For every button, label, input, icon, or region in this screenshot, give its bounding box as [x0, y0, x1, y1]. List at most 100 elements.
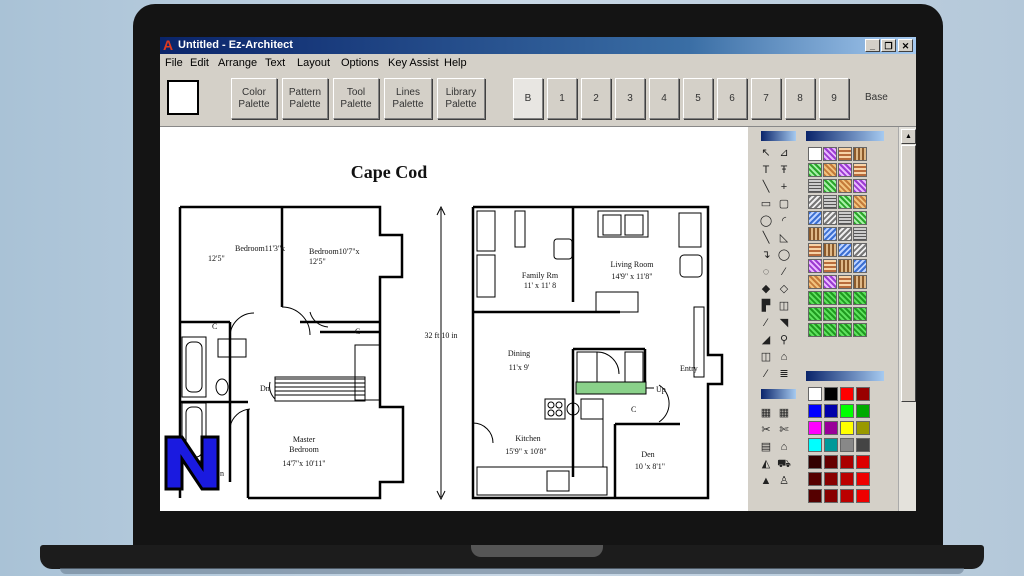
layer-5-button[interactable]: 5	[683, 78, 713, 119]
pattern-swatch[interactable]	[823, 243, 837, 257]
color-swatch[interactable]	[856, 387, 870, 401]
library-tool-icon[interactable]: ▦	[758, 405, 774, 421]
pattern-swatch[interactable]	[808, 275, 822, 289]
drawing-tool-icon[interactable]: ⌂	[776, 349, 792, 365]
current-color-swatch[interactable]	[167, 80, 199, 115]
library-tool-icon[interactable]: ✂	[758, 422, 774, 438]
pattern-swatch[interactable]	[823, 211, 837, 225]
pattern-swatch[interactable]	[853, 275, 867, 289]
pattern-swatch[interactable]	[808, 307, 822, 321]
drawing-tool-icon[interactable]: ↴	[758, 247, 774, 263]
color-swatch[interactable]	[808, 421, 822, 435]
color-swatch[interactable]	[824, 438, 838, 452]
library-tool-icon[interactable]: ⌂	[776, 439, 792, 455]
layer-8-button[interactable]: 8	[785, 78, 815, 119]
color-swatch[interactable]	[856, 472, 870, 486]
drawing-tool-icon[interactable]: ▭	[758, 196, 774, 212]
pattern-palette-button[interactable]: Pattern Palette	[282, 78, 328, 119]
menu-edit[interactable]: Edit	[190, 57, 209, 69]
pattern-swatch[interactable]	[808, 243, 822, 257]
pattern-swatch[interactable]	[853, 259, 867, 273]
pattern-swatch[interactable]	[823, 275, 837, 289]
menu-options[interactable]: Options	[341, 57, 379, 69]
drawing-tool-icon[interactable]: ▢	[776, 196, 792, 212]
scroll-thumb[interactable]	[901, 145, 916, 402]
drawing-tool-icon[interactable]: ◥	[776, 315, 792, 331]
color-swatch[interactable]	[808, 455, 822, 469]
pattern-swatch[interactable]	[838, 291, 852, 305]
drawing-tool-icon[interactable]: ◇	[776, 281, 792, 297]
drawing-tool-icon[interactable]: ◺	[776, 230, 792, 246]
pattern-swatch[interactable]	[853, 243, 867, 257]
pattern-swatch[interactable]	[838, 243, 852, 257]
menu-layout[interactable]: Layout	[297, 57, 330, 69]
pattern-swatch[interactable]	[838, 227, 852, 241]
title-bar[interactable]: A Untitled - Ez-Architect _ ❐ ✕	[160, 37, 916, 54]
layer-1-button[interactable]: 1	[547, 78, 577, 119]
pattern-swatch[interactable]	[823, 147, 837, 161]
library-tool-icon[interactable]: ◭	[758, 456, 774, 472]
drawing-tool-icon[interactable]: Ŧ	[776, 162, 792, 178]
color-swatch[interactable]	[824, 421, 838, 435]
library-tool-icon[interactable]: ▲	[758, 473, 774, 489]
color-swatch[interactable]	[840, 421, 854, 435]
drawing-tool-icon[interactable]: +	[776, 179, 792, 195]
color-swatch[interactable]	[808, 438, 822, 452]
pattern-swatch[interactable]	[808, 195, 822, 209]
pattern-swatch[interactable]	[823, 195, 837, 209]
pattern-swatch[interactable]	[853, 195, 867, 209]
color-swatch[interactable]	[856, 404, 870, 418]
vertical-scrollbar[interactable]: ▲	[898, 127, 916, 511]
pattern-swatch[interactable]	[823, 259, 837, 273]
drawing-tool-icon[interactable]: ◯	[758, 213, 774, 229]
pattern-swatch[interactable]	[808, 291, 822, 305]
color-swatch[interactable]	[808, 472, 822, 486]
color-swatch[interactable]	[856, 421, 870, 435]
layer-9-button[interactable]: 9	[819, 78, 849, 119]
pattern-swatch[interactable]	[838, 163, 852, 177]
scroll-up-arrow[interactable]: ▲	[901, 129, 916, 144]
color-swatch[interactable]	[824, 404, 838, 418]
pattern-swatch[interactable]	[853, 147, 867, 161]
library-palette-header[interactable]	[761, 389, 796, 399]
pattern-swatch[interactable]	[838, 147, 852, 161]
pattern-swatch[interactable]	[853, 179, 867, 193]
tool-palette-button[interactable]: Tool Palette	[333, 78, 379, 119]
layer-6-button[interactable]: 6	[717, 78, 747, 119]
drawing-tool-icon[interactable]: ◫	[758, 349, 774, 365]
drawing-tool-icon[interactable]: ◢	[758, 332, 774, 348]
library-tool-icon[interactable]: ♙	[776, 473, 792, 489]
drawing-tool-icon[interactable]: ⊿	[776, 145, 792, 161]
color-swatch[interactable]	[840, 387, 854, 401]
library-tool-icon[interactable]: ▤	[758, 439, 774, 455]
close-button[interactable]: ✕	[898, 39, 913, 52]
drawing-tool-icon[interactable]: ⁄	[758, 366, 774, 382]
pattern-swatch[interactable]	[808, 179, 822, 193]
drawing-tool-icon[interactable]: ↖	[758, 145, 774, 161]
pattern-swatch[interactable]	[838, 179, 852, 193]
color-swatch[interactable]	[808, 387, 822, 401]
pattern-swatch[interactable]	[808, 259, 822, 273]
layer-4-button[interactable]: 4	[649, 78, 679, 119]
pattern-swatch[interactable]	[808, 227, 822, 241]
layer-7-button[interactable]: 7	[751, 78, 781, 119]
pattern-swatch[interactable]	[823, 227, 837, 241]
drawing-canvas[interactable]: Cape Cod Bedroom11'3"x 12'5" Bedroom10'7…	[160, 127, 748, 511]
pattern-swatch[interactable]	[808, 323, 822, 337]
pattern-swatch[interactable]	[823, 163, 837, 177]
library-tool-icon[interactable]: ▦	[776, 405, 792, 421]
pattern-swatch[interactable]	[823, 323, 837, 337]
drawing-tool-icon[interactable]: ⁄	[758, 315, 774, 331]
color-swatch[interactable]	[840, 438, 854, 452]
drawing-tool-icon[interactable]: ◫	[776, 298, 792, 314]
menu-arrange[interactable]: Arrange	[218, 57, 257, 69]
pattern-swatch[interactable]	[808, 211, 822, 225]
pattern-swatch[interactable]	[808, 147, 822, 161]
drawing-tool-icon[interactable]: ◯	[776, 247, 792, 263]
menu-help[interactable]: Help	[444, 57, 467, 69]
lines-palette-button[interactable]: Lines Palette	[384, 78, 432, 119]
drawing-tool-icon[interactable]: ◜	[776, 213, 792, 229]
pattern-swatch[interactable]	[823, 307, 837, 321]
drawing-tool-icon[interactable]: ╲	[758, 179, 774, 195]
pattern-swatch[interactable]	[838, 259, 852, 273]
